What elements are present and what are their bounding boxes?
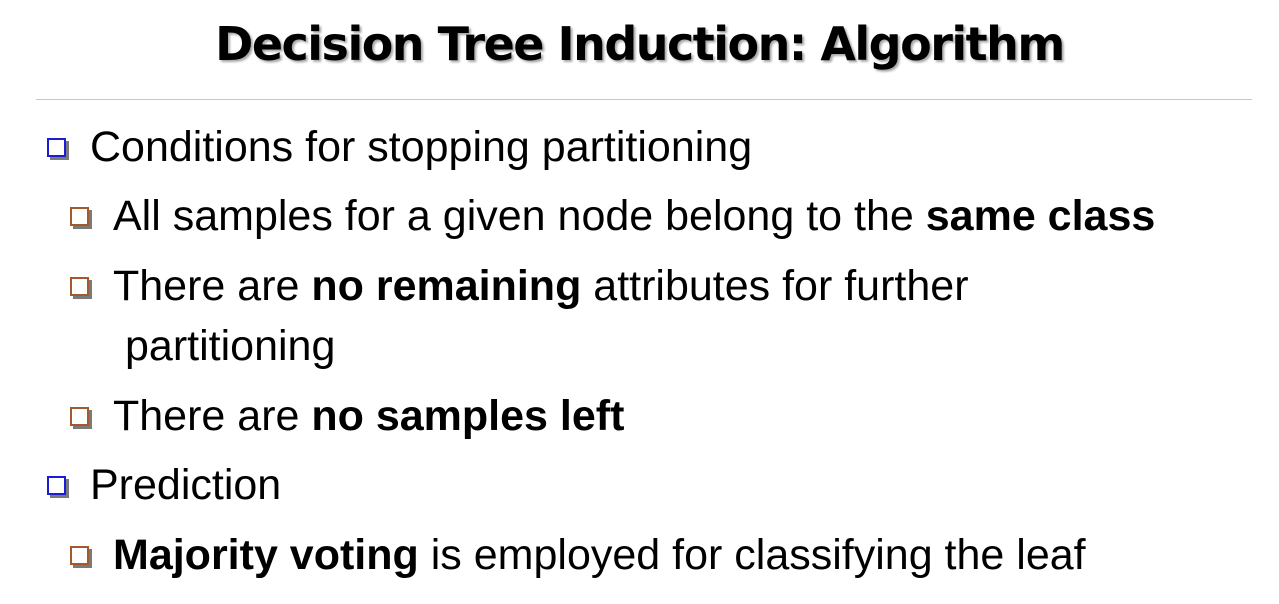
slide-title: Decision Tree Induction: Algorithm xyxy=(215,17,1065,71)
bullet-text-bold: no remaining xyxy=(311,262,582,310)
bullet-text: There are no samples left xyxy=(113,386,624,446)
bullet-text-bold: Majority voting xyxy=(113,531,419,579)
bullet-text: Conditions for stopping partitioning xyxy=(90,123,753,171)
bullet-text-plain: There are xyxy=(113,392,312,440)
bullet-text: All samples for a given node belong to t… xyxy=(113,186,1155,246)
checkbox-bullet-icon xyxy=(70,546,89,565)
bullet-text-plain: is employed for classifying the leaf xyxy=(418,531,1086,579)
bullet-text: Prediction xyxy=(90,461,282,509)
bullet-text-bold: no samples left xyxy=(311,392,625,440)
bullet-no-remaining: There are no remaining attributes for fu… xyxy=(70,256,969,316)
checkbox-bullet-icon xyxy=(70,207,89,226)
bullet-text-bold: same class xyxy=(925,192,1156,240)
title-divider xyxy=(36,99,1252,100)
checkbox-bullet-icon xyxy=(47,138,66,157)
checkbox-bullet-icon xyxy=(70,277,89,296)
bullet-conditions: Conditions for stopping partitioning xyxy=(47,117,752,177)
bullet-text-plain: There are xyxy=(113,262,312,310)
bullet-text-plain: All samples for a given node belong to t… xyxy=(113,192,926,240)
bullet-text-plain: attributes for further xyxy=(581,262,969,310)
checkbox-bullet-icon xyxy=(70,407,89,426)
bullet-majority-voting: Majority voting is employed for classify… xyxy=(70,525,1086,585)
bullet-text-continuation: partitioning xyxy=(125,322,336,370)
checkbox-bullet-icon xyxy=(47,476,66,495)
bullet-text: Majority voting is employed for classify… xyxy=(113,525,1086,585)
bullet-same-class: All samples for a given node belong to t… xyxy=(70,186,1155,246)
bullet-text: There are no remaining attributes for fu… xyxy=(113,256,969,316)
bullet-prediction: Prediction xyxy=(47,455,281,515)
bullet-no-samples: There are no samples left xyxy=(70,386,624,446)
slide: Decision Tree Induction: Algorithm Condi… xyxy=(0,0,1279,604)
